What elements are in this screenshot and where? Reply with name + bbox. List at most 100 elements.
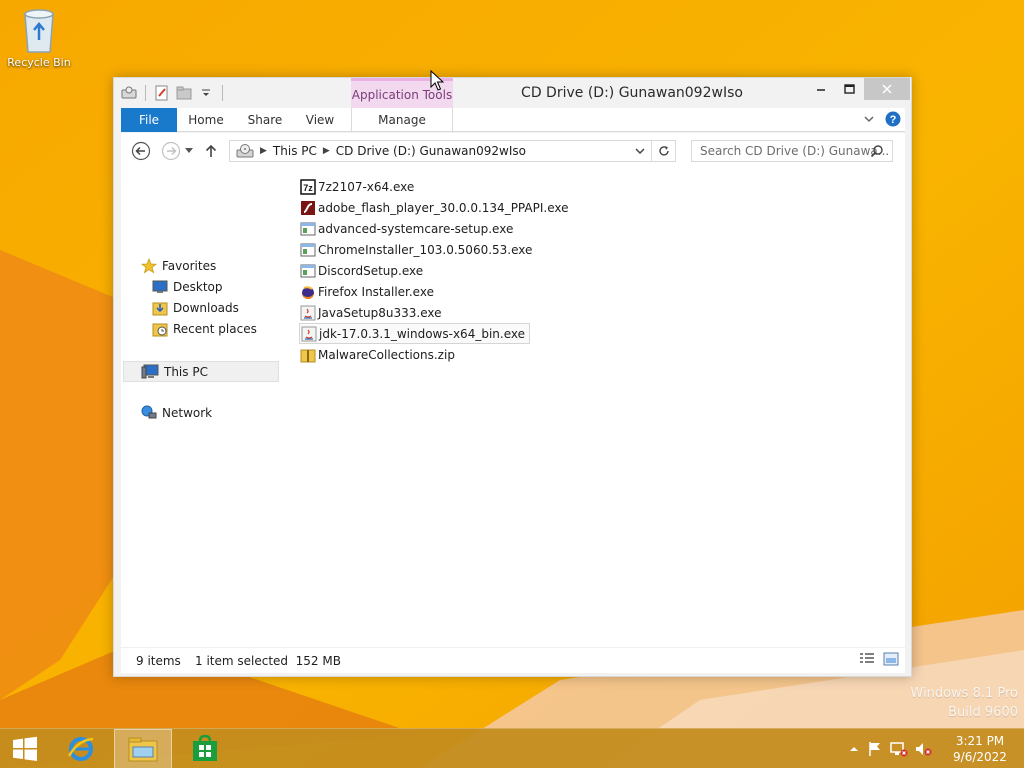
nav-this-pc-label: This PC	[164, 364, 208, 379]
back-button[interactable]	[131, 141, 151, 161]
file-item[interactable]: DiscordSetup.exe	[299, 260, 427, 281]
taskbar-internet-explorer[interactable]	[58, 729, 104, 768]
large-icons-view-icon[interactable]	[883, 652, 899, 666]
close-button[interactable]	[864, 78, 910, 100]
watermark-build: Build 9600	[948, 705, 1018, 720]
file-name: DiscordSetup.exe	[318, 263, 424, 278]
taskbar-file-explorer[interactable]	[114, 729, 172, 768]
address-bar[interactable]: ▶ This PC ▶ CD Drive (D:) Gunawan092wIso	[229, 140, 652, 162]
refresh-icon	[658, 146, 669, 156]
qat-separator	[145, 85, 146, 101]
flash-icon	[301, 200, 315, 215]
windows-version-watermark: Windows 8.1 Pro Build 9600	[910, 684, 1018, 722]
show-hidden-icons-chevron-icon[interactable]	[848, 744, 860, 754]
network-disconnected-icon[interactable]	[890, 741, 908, 757]
file-name: MalwareCollections.zip	[318, 347, 455, 362]
maximize-button[interactable]	[836, 78, 862, 100]
address-dropdown-chevron-icon[interactable]	[635, 147, 645, 155]
system-tray	[848, 729, 933, 768]
minimize-button[interactable]	[808, 78, 834, 100]
action-center-flag-icon[interactable]	[867, 741, 883, 757]
close-icon	[882, 84, 892, 94]
ribbon-right-controls: ?	[863, 111, 901, 127]
svg-text:7z: 7z	[303, 183, 313, 193]
taskbar: 3:21 PM 9/6/2022	[0, 728, 1024, 768]
file-item-selected[interactable]: jdk-17.0.3.1_windows-x64_bin.exe	[299, 323, 530, 344]
taskbar-store[interactable]	[180, 729, 230, 768]
nav-favorites-label: Favorites	[162, 258, 217, 273]
internet-explorer-icon	[67, 737, 94, 761]
maximize-icon	[843, 84, 855, 94]
computer-icon	[141, 364, 159, 378]
tab-file[interactable]: File	[121, 108, 177, 132]
address-row: ▶ This PC ▶ CD Drive (D:) Gunawan092wIso…	[121, 133, 905, 169]
tab-home[interactable]: Home	[183, 108, 229, 132]
nav-downloads-label: Downloads	[173, 300, 239, 315]
quick-access-toolbar	[120, 84, 226, 102]
svg-text:?: ?	[890, 114, 897, 126]
taskbar-clock[interactable]: 3:21 PM 9/6/2022	[950, 733, 1010, 765]
drive-icon[interactable]	[120, 84, 138, 102]
firefox-icon	[302, 285, 314, 299]
recent-places-icon	[152, 323, 168, 336]
up-button[interactable]	[201, 141, 221, 161]
nav-favorites[interactable]: Favorites	[141, 255, 216, 276]
file-explorer-window: Application Tools CD Drive (D:) Gunawan0…	[113, 77, 912, 677]
nav-downloads[interactable]: Downloads	[152, 297, 239, 318]
downloads-folder-icon	[152, 302, 168, 315]
recent-locations-button[interactable]	[183, 141, 195, 161]
tab-view[interactable]: View	[299, 108, 341, 132]
help-icon[interactable]: ?	[885, 111, 901, 127]
network-icon	[141, 405, 157, 418]
view-toggle-buttons	[859, 652, 899, 666]
title-bar[interactable]: Application Tools CD Drive (D:) Gunawan0…	[114, 78, 911, 108]
minimize-icon	[817, 89, 825, 91]
store-icon	[193, 735, 217, 761]
new-folder-icon[interactable]	[175, 84, 193, 102]
tab-manage[interactable]: Manage	[351, 108, 453, 132]
file-item[interactable]: advanced-systemcare-setup.exe	[299, 218, 517, 239]
file-explorer-icon	[128, 737, 158, 762]
refresh-button[interactable]	[652, 140, 676, 162]
breadcrumb-separator-icon[interactable]: ▶	[260, 146, 267, 156]
file-item[interactable]: JavaSetup8u333.exe	[299, 302, 446, 323]
file-name: ChromeInstaller_103.0.5060.53.exe	[318, 242, 533, 257]
nav-this-pc[interactable]: This PC	[123, 361, 279, 382]
app-window-icon	[300, 264, 316, 277]
tab-share[interactable]: Share	[240, 108, 290, 132]
volume-muted-icon[interactable]	[915, 741, 933, 757]
file-name: advanced-systemcare-setup.exe	[318, 221, 514, 236]
recycle-bin-icon	[24, 9, 54, 53]
breadcrumb-cd-drive[interactable]: CD Drive (D:) Gunawan092wIso	[336, 144, 526, 158]
window-title: CD Drive (D:) Gunawan092wIso	[521, 85, 743, 101]
file-item[interactable]: 7z 7z2107-x64.exe	[299, 176, 418, 197]
expand-ribbon-chevron-icon[interactable]	[863, 114, 875, 124]
navigation-pane: Favorites Desktop Downloads Recent place…	[121, 169, 291, 647]
breadcrumb-separator-icon[interactable]: ▶	[323, 146, 330, 156]
breadcrumb-this-pc[interactable]: This PC	[273, 144, 317, 158]
chevron-down-icon	[185, 148, 193, 153]
nav-network[interactable]: Network	[141, 402, 212, 423]
file-item[interactable]: ChromeInstaller_103.0.5060.53.exe	[299, 239, 536, 260]
properties-icon[interactable]	[153, 84, 171, 102]
nav-network-label: Network	[162, 405, 213, 420]
java-icon	[301, 326, 317, 341]
search-input[interactable]: Search CD Drive (D:) Gunawa...	[691, 140, 893, 162]
file-item[interactable]: MalwareCollections.zip	[299, 344, 459, 365]
nav-desktop[interactable]: Desktop	[152, 276, 223, 297]
nav-recent-places[interactable]: Recent places	[152, 318, 257, 339]
file-name: JavaSetup8u333.exe	[318, 305, 442, 320]
qat-customize-chevron-icon[interactable]	[197, 84, 215, 102]
file-name: 7z2107-x64.exe	[318, 179, 415, 194]
file-item[interactable]: adobe_flash_player_30.0.0.134_PPAPI.exe	[299, 197, 572, 218]
file-item[interactable]: Firefox Installer.exe	[299, 281, 438, 302]
recycle-bin-shortcut[interactable]: Recycle Bin	[4, 6, 74, 69]
main-content: Favorites Desktop Downloads Recent place…	[121, 169, 905, 647]
search-icon[interactable]	[870, 144, 884, 158]
start-button[interactable]	[0, 729, 50, 768]
forward-button[interactable]	[161, 141, 181, 161]
details-view-icon[interactable]	[859, 652, 875, 666]
nav-recent-places-label: Recent places	[173, 321, 257, 336]
windows-logo-icon	[13, 736, 37, 761]
status-bar: 9 items 1 item selected 152 MB	[121, 647, 905, 673]
